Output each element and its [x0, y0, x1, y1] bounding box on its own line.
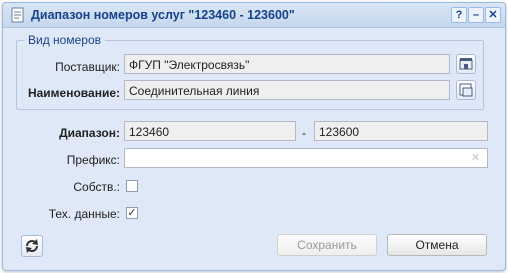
title-bar[interactable]: Диапазон номеров услуг "123460 - 123600"…	[3, 3, 505, 28]
supplier-label: Поставщик:	[55, 60, 120, 74]
help-icon[interactable]: ?	[451, 7, 467, 23]
refresh-icon[interactable]	[21, 235, 43, 257]
range-label: Диапазон:	[59, 126, 120, 140]
name-field[interactable]: Соединительная линия	[124, 80, 450, 100]
document-icon	[11, 7, 25, 23]
techdata-label: Тех. данные:	[48, 207, 120, 221]
prefix-label: Префикс:	[66, 153, 120, 167]
clear-icon[interactable]: ✕	[471, 151, 480, 164]
range-to-field[interactable]: 123600	[314, 121, 488, 141]
prefix-input[interactable]	[124, 148, 488, 168]
own-checkbox[interactable]	[126, 180, 138, 192]
minimize-icon[interactable]: –	[468, 7, 484, 23]
name-label: Наименование:	[27, 86, 120, 100]
save-button[interactable]: Сохранить	[277, 234, 377, 256]
own-label: Собств.:	[73, 180, 120, 194]
supplier-field[interactable]: ФГУП "Электросвязь"	[124, 54, 450, 74]
techdata-checkbox[interactable]: ✓	[126, 207, 138, 219]
lookup-window-icon[interactable]	[456, 80, 476, 100]
fieldset-legend: Вид номеров	[24, 33, 105, 47]
window-title: Диапазон номеров услуг "123460 - 123600"	[31, 8, 295, 22]
cancel-button[interactable]: Отмена	[387, 234, 487, 256]
store-icon[interactable]	[456, 54, 476, 74]
range-from-field[interactable]: 123460	[124, 121, 296, 141]
range-separator: -	[302, 126, 306, 140]
close-icon[interactable]: ✕	[485, 7, 501, 23]
